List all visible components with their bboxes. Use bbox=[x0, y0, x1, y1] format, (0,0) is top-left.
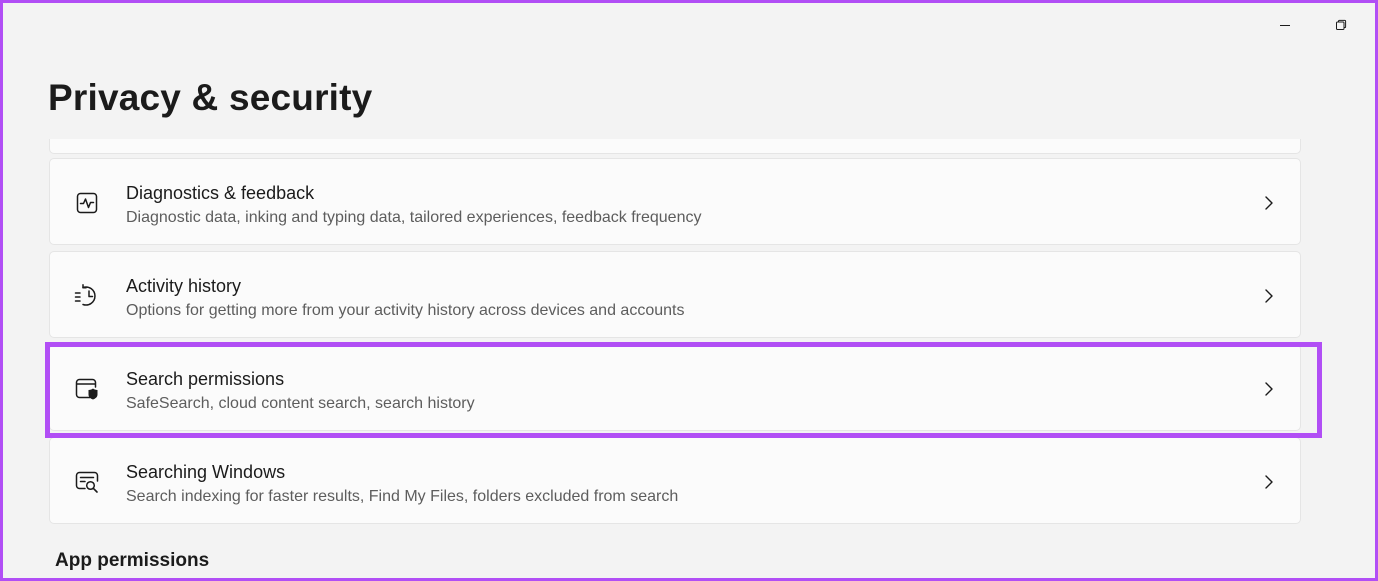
section-heading-app-permissions: App permissions bbox=[55, 550, 210, 571]
settings-card-activity-history[interactable]: Activity history Options for getting mor… bbox=[49, 251, 1301, 338]
settings-card-diagnostics[interactable]: Diagnostics & feedback Diagnostic data, … bbox=[49, 158, 1301, 245]
restore-button[interactable] bbox=[1313, 11, 1369, 39]
settings-card-title: Activity history bbox=[126, 276, 242, 296]
restore-icon bbox=[1336, 19, 1347, 30]
chevron-right-icon bbox=[1265, 196, 1273, 210]
chevron-right-icon bbox=[1265, 475, 1273, 489]
settings-card-search-permissions[interactable]: Search permissions SafeSearch, cloud con… bbox=[49, 344, 1301, 431]
chevron-right-icon bbox=[1265, 382, 1273, 396]
activity-history-icon bbox=[74, 283, 100, 309]
settings-card-subtitle: Diagnostic data, inking and typing data,… bbox=[126, 209, 702, 226]
settings-card-subtitle: Options for getting more from your activ… bbox=[126, 302, 685, 319]
diagnostics-icon bbox=[74, 190, 100, 216]
settings-window: Privacy & security Diagnostics & feedbac… bbox=[0, 0, 1378, 581]
settings-card-subtitle: SafeSearch, cloud content search, search… bbox=[126, 395, 475, 412]
settings-card-searching-windows[interactable]: Searching Windows Search indexing for fa… bbox=[49, 437, 1301, 524]
chevron-right-icon bbox=[1265, 289, 1273, 303]
page-title: Privacy & security bbox=[48, 77, 373, 118]
search-permissions-icon bbox=[74, 376, 100, 402]
searching-windows-icon bbox=[74, 469, 100, 495]
settings-card-title: Search permissions bbox=[126, 369, 285, 389]
minimize-button[interactable] bbox=[1257, 11, 1313, 39]
minimize-icon bbox=[1280, 25, 1290, 26]
settings-list: Diagnostics & feedback Diagnostic data, … bbox=[49, 139, 1301, 530]
settings-card-subtitle: Search indexing for faster results, Find… bbox=[126, 488, 679, 505]
settings-card-title: Searching Windows bbox=[126, 462, 286, 482]
settings-card-title: Diagnostics & feedback bbox=[126, 183, 315, 203]
partial-settings-card[interactable] bbox=[49, 139, 1301, 154]
window-controls bbox=[1257, 11, 1369, 39]
